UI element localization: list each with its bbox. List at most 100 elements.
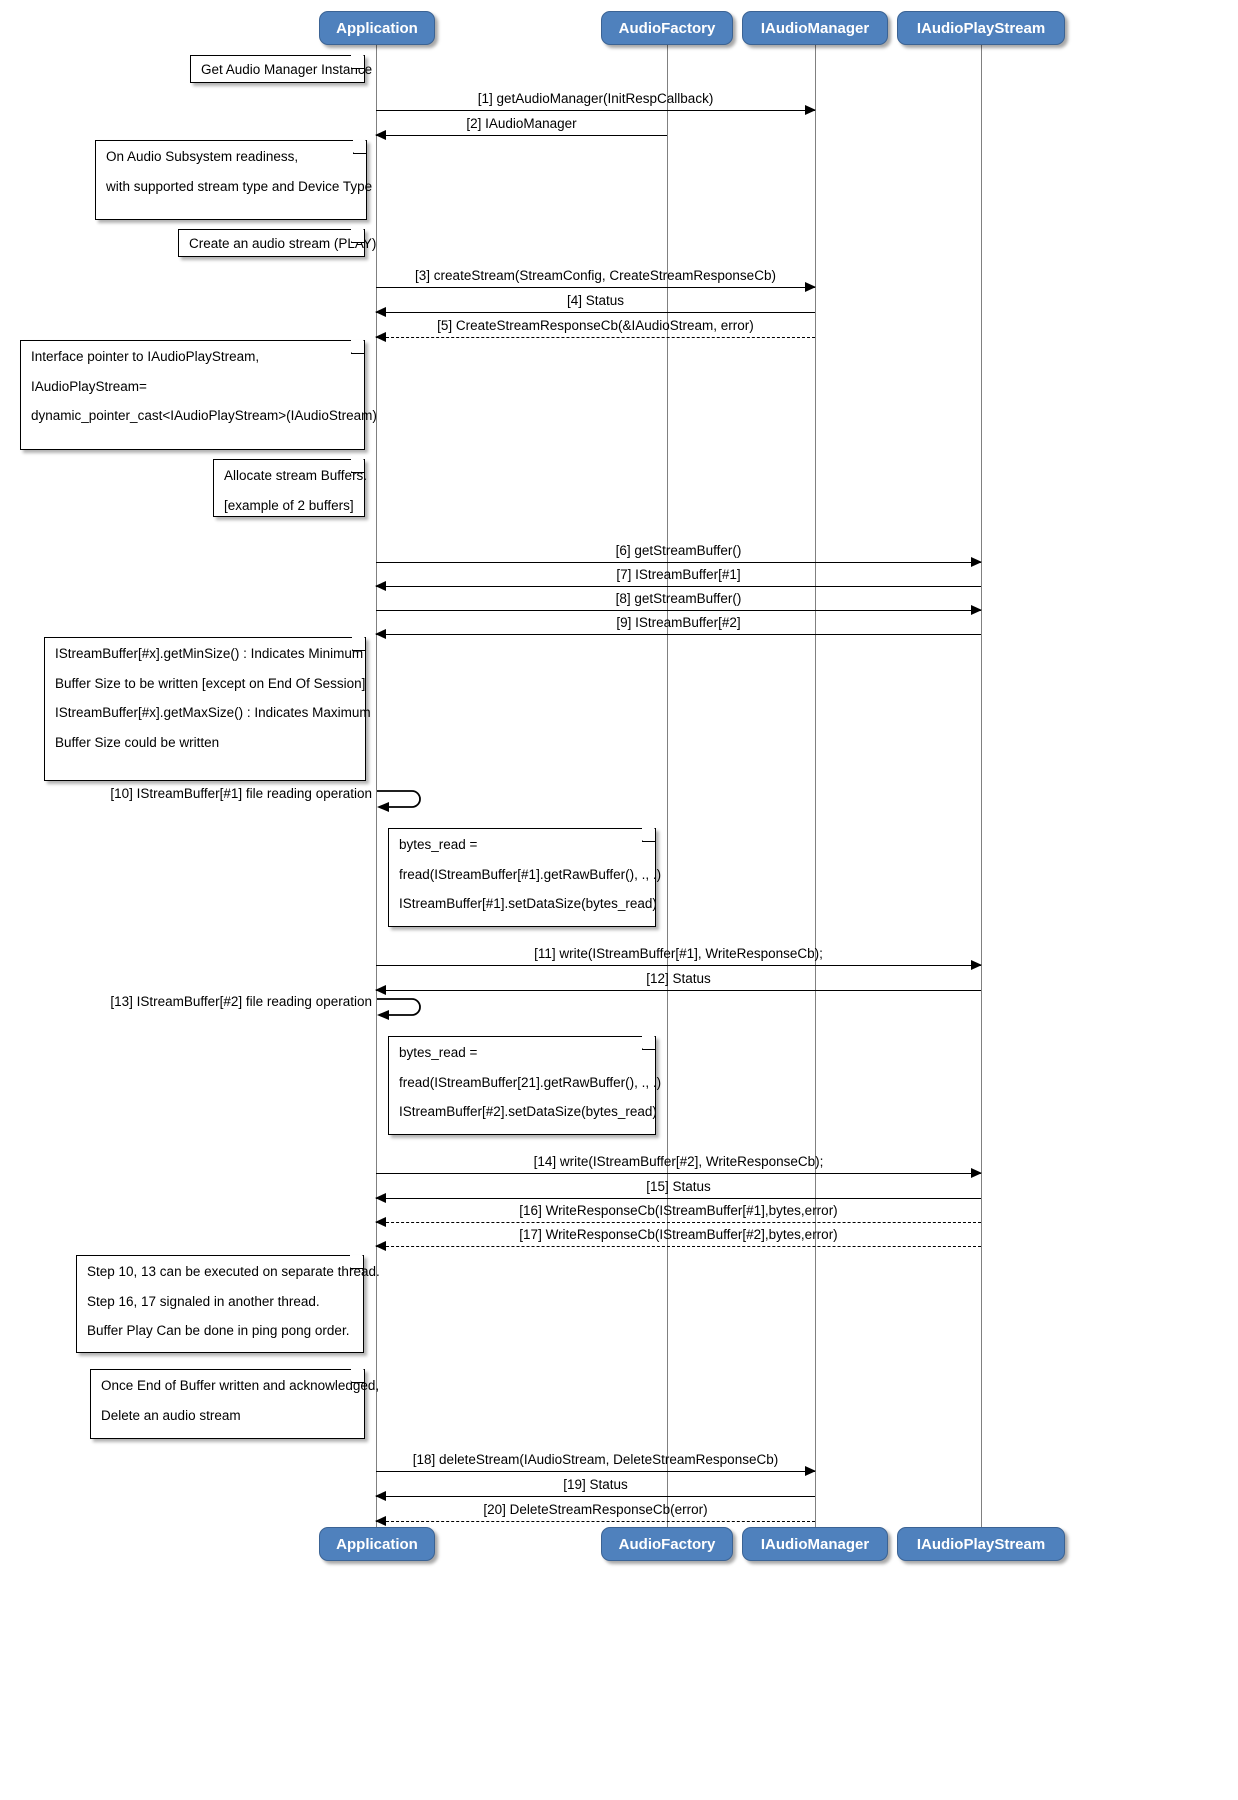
participant-label: AudioFactory	[618, 19, 716, 37]
note-audio-subsystem-readiness: On Audio Subsystem readiness, with suppo…	[95, 140, 373, 220]
participant-head-application[interactable]: Application	[319, 11, 435, 45]
message-label: [2] IAudioManager	[466, 116, 577, 132]
message-line	[376, 1246, 981, 1247]
message-label: [20] DeleteStreamResponseCb(error)	[483, 1502, 708, 1518]
message-line	[376, 337, 815, 338]
self-loop-icon	[377, 790, 421, 812]
note-delete-audio-stream: Once End of Buffer written and acknowled…	[90, 1369, 380, 1439]
message-label: [14] write(IStreamBuffer[#2], WriteRespo…	[533, 1154, 824, 1170]
note-get-audio-manager-instance: Get Audio Manager Instance	[190, 55, 372, 83]
note-line: IAudioPlayStream=	[31, 378, 147, 394]
message-label: [19] Status	[563, 1477, 628, 1493]
message-line	[376, 1471, 815, 1472]
message-label: [13] IStreamBuffer[#2] file reading oper…	[110, 994, 372, 1009]
participant-head-iaudioplaystream[interactable]: IAudioPlayStream	[897, 11, 1065, 45]
note-fold-icon	[351, 229, 364, 243]
message-line	[376, 634, 981, 635]
message-line	[376, 586, 981, 587]
note-line: bytes_read =	[399, 1045, 478, 1060]
message-label: [5] CreateStreamResponseCb(&IAudioStream…	[437, 318, 754, 334]
note-line: IStreamBuffer[#2].setDataSize(bytes_read…	[399, 1104, 657, 1120]
message-13-self[interactable]: [13] IStreamBuffer[#2] file reading oper…	[110, 994, 428, 1022]
note-fold-icon	[642, 828, 655, 842]
note-line: fread(IStreamBuffer[21].getRawBuffer(), …	[399, 1074, 662, 1090]
note-buffer-min-max-size: IStreamBuffer[#x].getMinSize() : Indicat…	[44, 637, 371, 781]
participant-label: IAudioPlayStream	[916, 1535, 1046, 1553]
note-line: Create an audio stream (PLAY)	[189, 236, 377, 251]
note-line: Interface pointer to IAudioPlayStream,	[31, 349, 260, 364]
message-label: [3] createStream(StreamConfig, CreateStr…	[415, 268, 776, 284]
note-line: dynamic_pointer_cast<IAudioPlayStream>(I…	[31, 408, 377, 424]
note-line: Allocate stream Buffers.	[224, 468, 368, 483]
note-interface-pointer-cast: Interface pointer to IAudioPlayStream, I…	[20, 340, 377, 450]
participant-foot-iaudioplaystream[interactable]: IAudioPlayStream	[897, 1527, 1065, 1561]
message-line	[376, 287, 815, 288]
note-line: On Audio Subsystem readiness,	[106, 149, 299, 164]
note-fold-icon	[351, 1369, 364, 1383]
note-fold-icon	[642, 1036, 655, 1050]
message-line	[376, 312, 815, 313]
note-line: Once End of Buffer written and acknowled…	[101, 1378, 380, 1393]
message-label: [9] IStreamBuffer[#2]	[616, 615, 741, 631]
message-line	[376, 610, 981, 611]
participant-label: IAudioManager	[760, 1535, 870, 1553]
note-line: Buffer Size could be written	[55, 734, 220, 750]
message-line	[376, 1222, 981, 1223]
note-fread-buffer-2: bytes_read = fread(IStreamBuffer[21].get…	[388, 1036, 662, 1135]
message-10-self[interactable]: [10] IStreamBuffer[#1] file reading oper…	[110, 786, 428, 814]
note-line: Step 16, 17 signaled in another thread.	[87, 1293, 320, 1309]
note-fold-icon	[350, 1255, 363, 1269]
note-line: Buffer Size to be written [except on End…	[55, 675, 366, 691]
message-label: [11] write(IStreamBuffer[#1], WriteRespo…	[534, 946, 823, 962]
message-line	[376, 1173, 981, 1174]
message-label: [17] WriteResponseCb(IStreamBuffer[#2],b…	[519, 1227, 838, 1243]
message-line	[376, 110, 815, 111]
note-line: IStreamBuffer[#x].getMaxSize() : Indicat…	[55, 705, 371, 721]
note-line: bytes_read =	[399, 837, 478, 852]
participant-foot-application[interactable]: Application	[319, 1527, 435, 1561]
message-line	[376, 135, 667, 136]
note-line: Step 10, 13 can be executed on separate …	[87, 1264, 380, 1279]
participant-label: IAudioManager	[760, 19, 870, 37]
message-label: [12] Status	[646, 971, 711, 987]
message-label: [16] WriteResponseCb(IStreamBuffer[#1],b…	[519, 1203, 838, 1219]
message-line	[376, 1521, 815, 1522]
note-fold-icon	[351, 340, 364, 354]
note-fread-buffer-1: bytes_read = fread(IStreamBuffer[#1].get…	[388, 828, 661, 927]
message-line	[376, 990, 981, 991]
participant-foot-audiofactory[interactable]: AudioFactory	[601, 1527, 733, 1561]
note-fold-icon	[352, 637, 365, 651]
note-line: IStreamBuffer[#x].getMinSize() : Indicat…	[55, 646, 364, 661]
note-thread-ping-pong: Step 10, 13 can be executed on separate …	[76, 1255, 380, 1353]
note-fold-icon	[353, 140, 366, 154]
participant-label: Application	[336, 1535, 418, 1553]
message-label: [10] IStreamBuffer[#1] file reading oper…	[110, 786, 372, 801]
message-line	[376, 965, 981, 966]
note-allocate-stream-buffers: Allocate stream Buffers. [example of 2 b…	[213, 459, 368, 517]
self-loop-icon	[377, 998, 421, 1020]
participant-label: IAudioPlayStream	[916, 19, 1046, 37]
participant-foot-iaudiomanager[interactable]: IAudioManager	[742, 1527, 888, 1561]
participant-head-iaudiomanager[interactable]: IAudioManager	[742, 11, 888, 45]
message-line	[376, 1198, 981, 1199]
note-fold-icon	[351, 55, 364, 69]
participant-head-audiofactory[interactable]: AudioFactory	[601, 11, 733, 45]
lifeline-iaudiomanager	[815, 44, 816, 1538]
message-label: [1] getAudioManager(InitRespCallback)	[477, 91, 714, 107]
note-line: [example of 2 buffers]	[224, 497, 354, 513]
note-create-audio-stream: Create an audio stream (PLAY)	[178, 229, 377, 257]
lifeline-iaudioplaystream	[981, 44, 982, 1538]
message-line	[376, 1496, 815, 1497]
note-line: Delete an audio stream	[101, 1407, 241, 1423]
message-label: [15] Status	[646, 1179, 711, 1195]
message-label: [4] Status	[566, 293, 625, 309]
participant-label: Application	[336, 19, 418, 37]
sequence-diagram-canvas: Application AudioFactory IAudioManager I…	[0, 0, 1238, 1800]
message-label: [18] deleteStream(IAudioStream, DeleteSt…	[412, 1452, 779, 1468]
message-label: [8] getStreamBuffer()	[615, 591, 742, 607]
message-line	[376, 562, 981, 563]
note-line: IStreamBuffer[#1].setDataSize(bytes_read…	[399, 896, 657, 912]
note-line: Buffer Play Can be done in ping pong ord…	[87, 1323, 350, 1339]
note-line: with supported stream type and Device Ty…	[106, 178, 373, 194]
note-fold-icon	[351, 459, 364, 473]
